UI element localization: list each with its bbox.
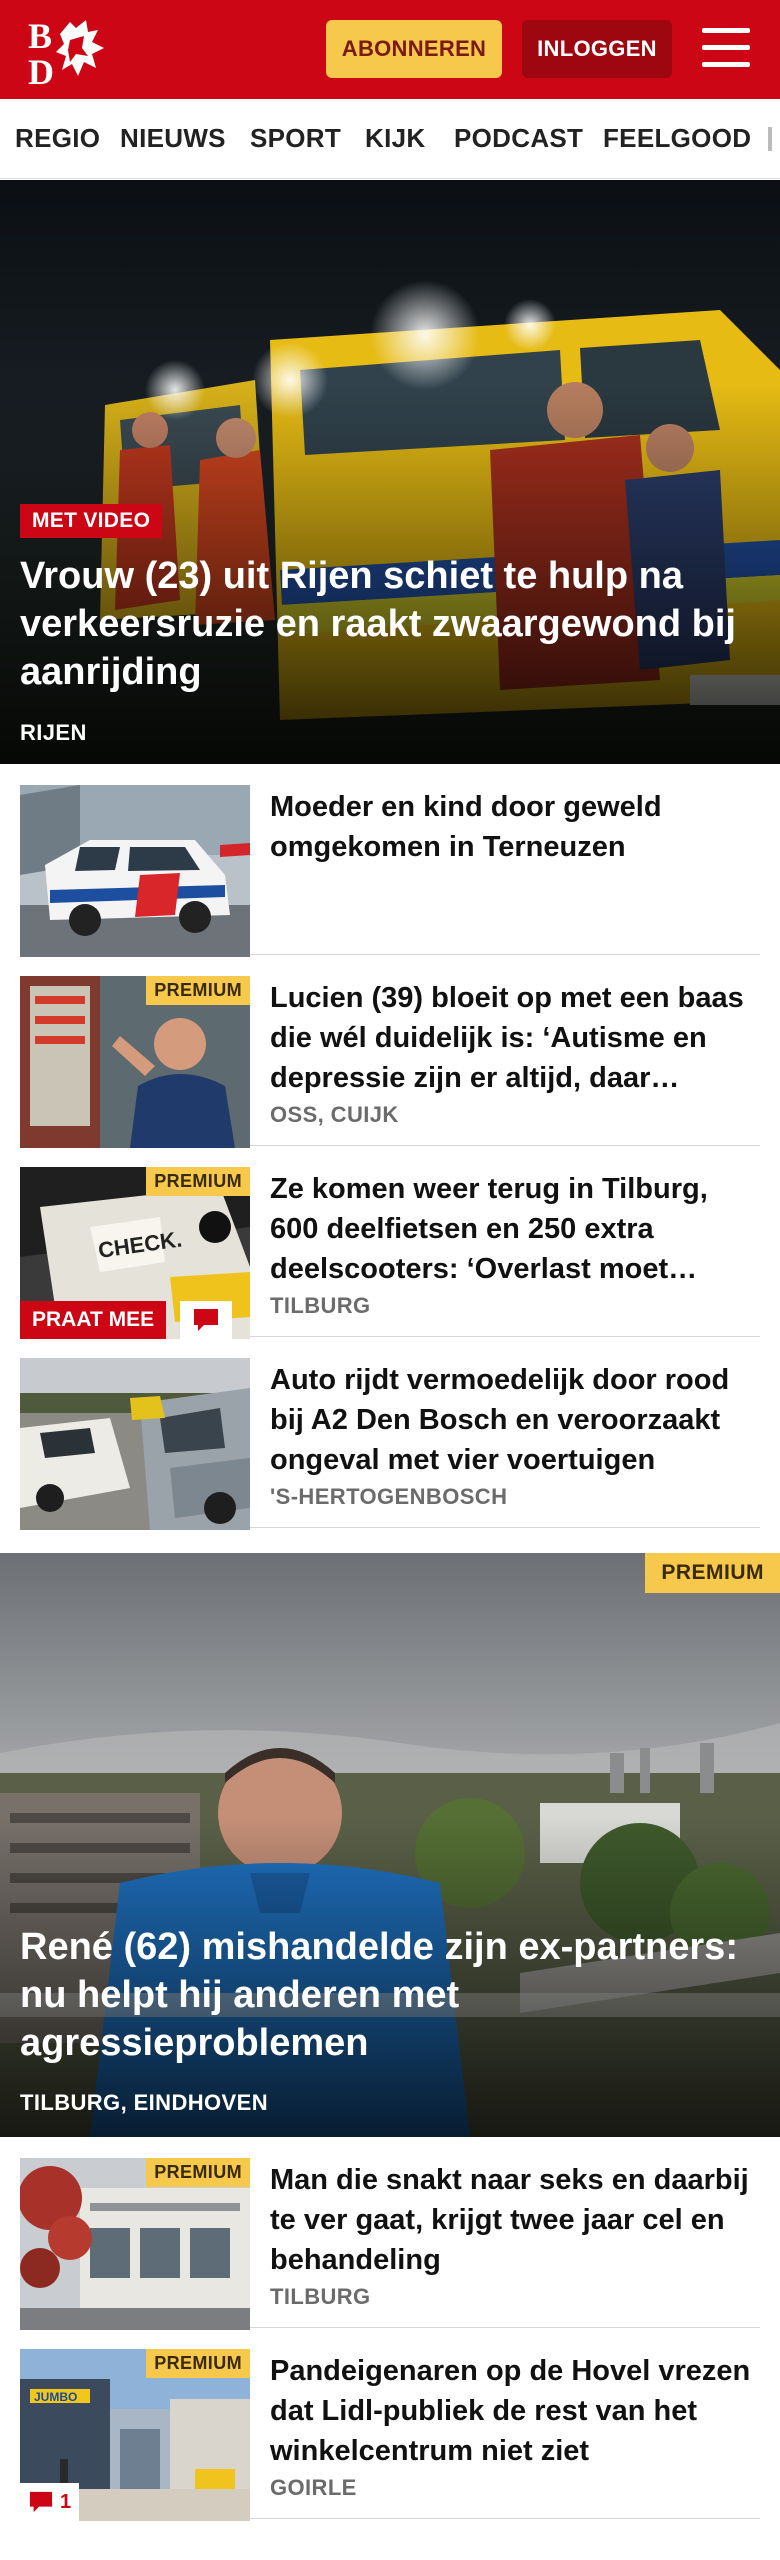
article-location: TILBURG <box>270 2284 371 2309</box>
comment-count: 1 <box>60 2490 72 2513</box>
list-item[interactable]: Auto rijdt vermoedelijk door rood bij A2… <box>20 1338 760 1530</box>
article-location: GOIRLE <box>270 2475 357 2500</box>
hero-location: RIJEN <box>20 720 87 745</box>
article-location: 'S-HERTOGENBOSCH <box>270 1484 508 1509</box>
comment-icon[interactable] <box>180 1301 232 1339</box>
hero-article-rijen[interactable]: MET VIDEO Vrouw (23) uit Rijen schiet te… <box>0 180 780 764</box>
nav-item-regio[interactable]: REGIO <box>15 123 100 154</box>
hero-title[interactable]: René (62) mishandelde zijn ex-part­ners:… <box>20 1923 760 2067</box>
premium-badge: PREMIUM <box>146 976 250 1005</box>
nav-overflow-indicator <box>768 127 772 151</box>
section-nav: REGIO NIEUWS SPORT KIJK PODCAST FEELGOOD <box>0 99 780 179</box>
article-thumbnail <box>20 1358 250 1530</box>
premium-badge: PREMIUM <box>146 1167 250 1196</box>
top-header: B D ABONNEREN INLOGGEN <box>0 0 780 99</box>
logo-letter-b: B <box>28 16 52 56</box>
praat-mee-button[interactable]: PRAAT MEE <box>20 1301 167 1339</box>
premium-badge: PREMIUM <box>146 2158 250 2187</box>
article-location: OSS, CUIJK <box>270 1102 399 1127</box>
list-item[interactable]: PREMIUM Lucien (39) bloeit op met een ba… <box>20 956 760 1148</box>
article-title[interactable]: Moeder en kind door geweld omgekomen in … <box>270 787 760 867</box>
login-button[interactable]: INLOGGEN <box>522 20 672 78</box>
hero-location: TILBURG, EINDHOVEN <box>20 2090 268 2115</box>
nav-item-nieuws[interactable]: NIEUWS <box>120 123 226 154</box>
subscribe-button[interactable]: ABONNEREN <box>326 20 502 78</box>
list-item[interactable]: JUMBO PREMIUM 1 Pandeigenaren op de Hove… <box>20 2329 760 2521</box>
nav-item-podcast[interactable]: PODCAST <box>454 123 583 154</box>
list-item[interactable]: Moeder en kind door geweld omgekomen in … <box>20 765 760 957</box>
video-badge: MET VIDEO <box>20 504 163 538</box>
nav-item-kijk[interactable]: KIJK <box>365 123 425 154</box>
article-thumbnail: JUMBO PREMIUM 1 <box>20 2349 250 2521</box>
article-thumbnail <box>20 785 250 957</box>
article-location: TILBURG <box>270 1293 371 1318</box>
article-title[interactable]: Auto rijdt vermoedelijk door rood bij A2… <box>270 1360 760 1480</box>
svg-text:JUMBO: JUMBO <box>34 2390 77 2404</box>
nav-item-feelgood[interactable]: FEELGOOD <box>603 123 751 154</box>
hero-title[interactable]: Vrouw (23) uit Rijen schiet te hulp na v… <box>20 552 760 696</box>
premium-badge: PREMIUM <box>146 2349 250 2378</box>
nav-item-sport[interactable]: SPORT <box>250 123 341 154</box>
article-thumbnail: PREMIUM <box>20 2158 250 2330</box>
hero-article-rene[interactable]: PREMIUM René (62) mishandelde zijn ex-pa… <box>0 1553 780 2137</box>
premium-badge: PREMIUM <box>645 1553 780 1593</box>
article-thumbnail: CHECK. PREMIUM PRAAT MEE <box>20 1167 250 1339</box>
article-title[interactable]: Man die snakt naar seks en daarbij te ve… <box>270 2160 760 2280</box>
article-title[interactable]: Pandeigenaren op de Hovel vrezen dat Lid… <box>270 2351 760 2471</box>
article-thumbnail: PREMIUM <box>20 976 250 1148</box>
comment-icon <box>29 2491 53 2513</box>
list-item[interactable]: CHECK. PREMIUM PRAAT MEE Ze komen weer t… <box>20 1147 760 1339</box>
comment-count-badge[interactable]: 1 <box>20 2483 80 2521</box>
article-title[interactable]: Lucien (39) bloeit op met een baas die w… <box>270 978 760 1098</box>
bd-logo[interactable]: B D <box>26 14 118 92</box>
article-title[interactable]: Ze komen weer terug in Tilburg, 600 deel… <box>270 1169 760 1289</box>
list-item[interactable]: PREMIUM Man die snakt naar seks en daarb… <box>20 2138 760 2330</box>
logo-letter-d: D <box>28 52 54 86</box>
hamburger-menu-icon[interactable] <box>700 24 752 72</box>
